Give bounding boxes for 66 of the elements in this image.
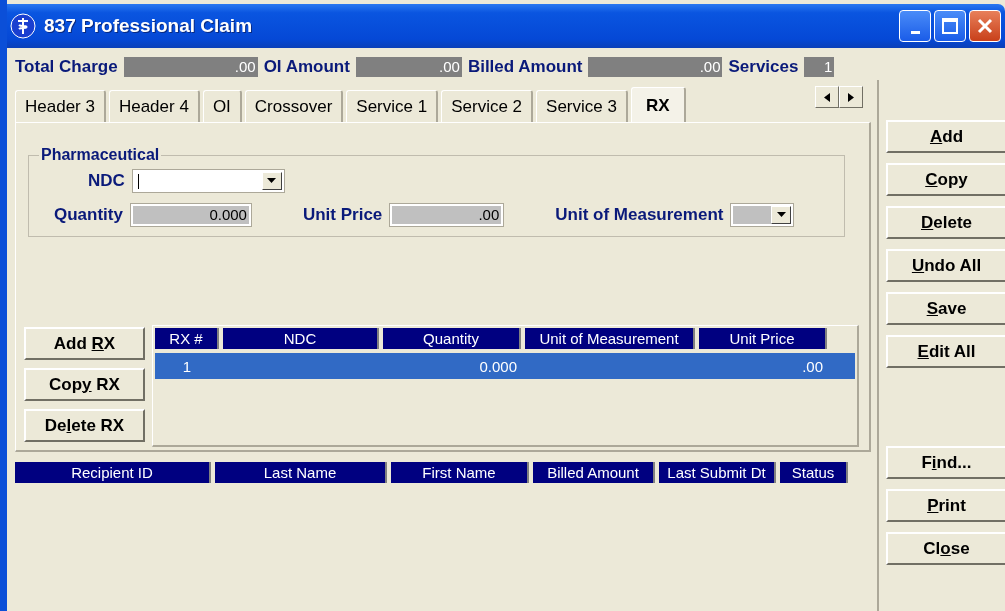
column-header[interactable]: RX # [155,328,219,349]
action-button[interactable]: Undo All [886,249,1005,282]
caret-icon [776,212,786,218]
column-header[interactable]: Unit of Measurement [525,328,695,349]
quantity-field[interactable]: 0.000 [130,204,251,226]
field-label: Quantity [54,205,123,225]
minimize-icon [910,30,920,34]
field-label: Unit of Measurement [555,205,724,225]
table-cell-text: 1 [181,357,193,375]
action-button[interactable]: Copy [886,163,1005,196]
column-header[interactable]: Status [780,462,848,483]
minimize-button[interactable] [899,10,931,42]
rx-button[interactable]: Add RX [24,327,145,360]
action-button[interactable]: Delete [886,206,1005,239]
field-label: NDC [88,171,125,191]
action-button[interactable]: Add [886,120,1005,153]
column-header[interactable]: Billed Amount [533,462,655,483]
window-title: 837 Professional Claim [44,15,254,37]
maximize-icon [941,17,959,35]
scroll-left-button[interactable] [815,86,839,108]
tab[interactable]: Header 4 [108,90,200,122]
column-header[interactable]: First Name [391,462,529,483]
maximize-button[interactable] [934,10,966,42]
summary-field: 1 [804,57,835,77]
field-label: Unit Price [302,205,383,225]
unit-dropdown[interactable] [731,204,794,226]
grid-row[interactable]: 1 0.000 .00 [155,353,855,379]
table-cell-text: 0.000 [478,357,518,375]
close-icon [976,17,994,35]
right-arrow-icon [848,92,854,102]
caduceus-icon [10,13,36,39]
tab[interactable]: OI [202,90,242,122]
caret-icon [267,178,277,184]
tab[interactable]: Crossover [244,90,344,122]
summary-label: Services [728,57,799,77]
action-button[interactable]: Edit All [886,335,1005,368]
column-header[interactable]: Last Name [215,462,387,483]
tab[interactable]: Header 3 [15,90,106,122]
summary-label: OI Amount [263,57,350,77]
action-button[interactable]: Close [886,532,1005,565]
column-header[interactable]: Quantity [383,328,521,349]
summary-label: Total Charge [15,57,118,77]
ndc-dropdown[interactable] [132,170,284,192]
tab[interactable]: Service 2 [441,90,534,122]
summary-field: .00 [355,57,462,77]
rx-button[interactable]: Copy RX [24,368,145,401]
action-button[interactable]: Print [886,489,1005,522]
column-header[interactable]: NDC [223,328,379,349]
action-button[interactable]: Save [886,292,1005,325]
tab[interactable]: RX [630,87,686,123]
column-header[interactable]: Unit Price [699,328,827,349]
left-arrow-icon [824,92,830,102]
summary-field: .00 [588,57,723,77]
table-cell-text: .00 [801,357,824,375]
action-button[interactable]: Find... [886,446,1005,479]
tab[interactable]: Service 1 [346,90,439,122]
tab[interactable]: Service 3 [536,90,628,122]
summary-field: .00 [123,57,258,77]
scroll-right-button[interactable] [839,86,863,108]
unit-price-field[interactable]: .00 [390,204,504,226]
rx-button[interactable]: Delete RX [24,409,145,442]
summary-label: Billed Amount [467,57,583,77]
column-header[interactable]: Last Submit Dt [659,462,776,483]
text-cursor [137,173,140,189]
close-button[interactable] [969,10,1001,42]
column-header[interactable]: Recipient ID [15,462,211,483]
